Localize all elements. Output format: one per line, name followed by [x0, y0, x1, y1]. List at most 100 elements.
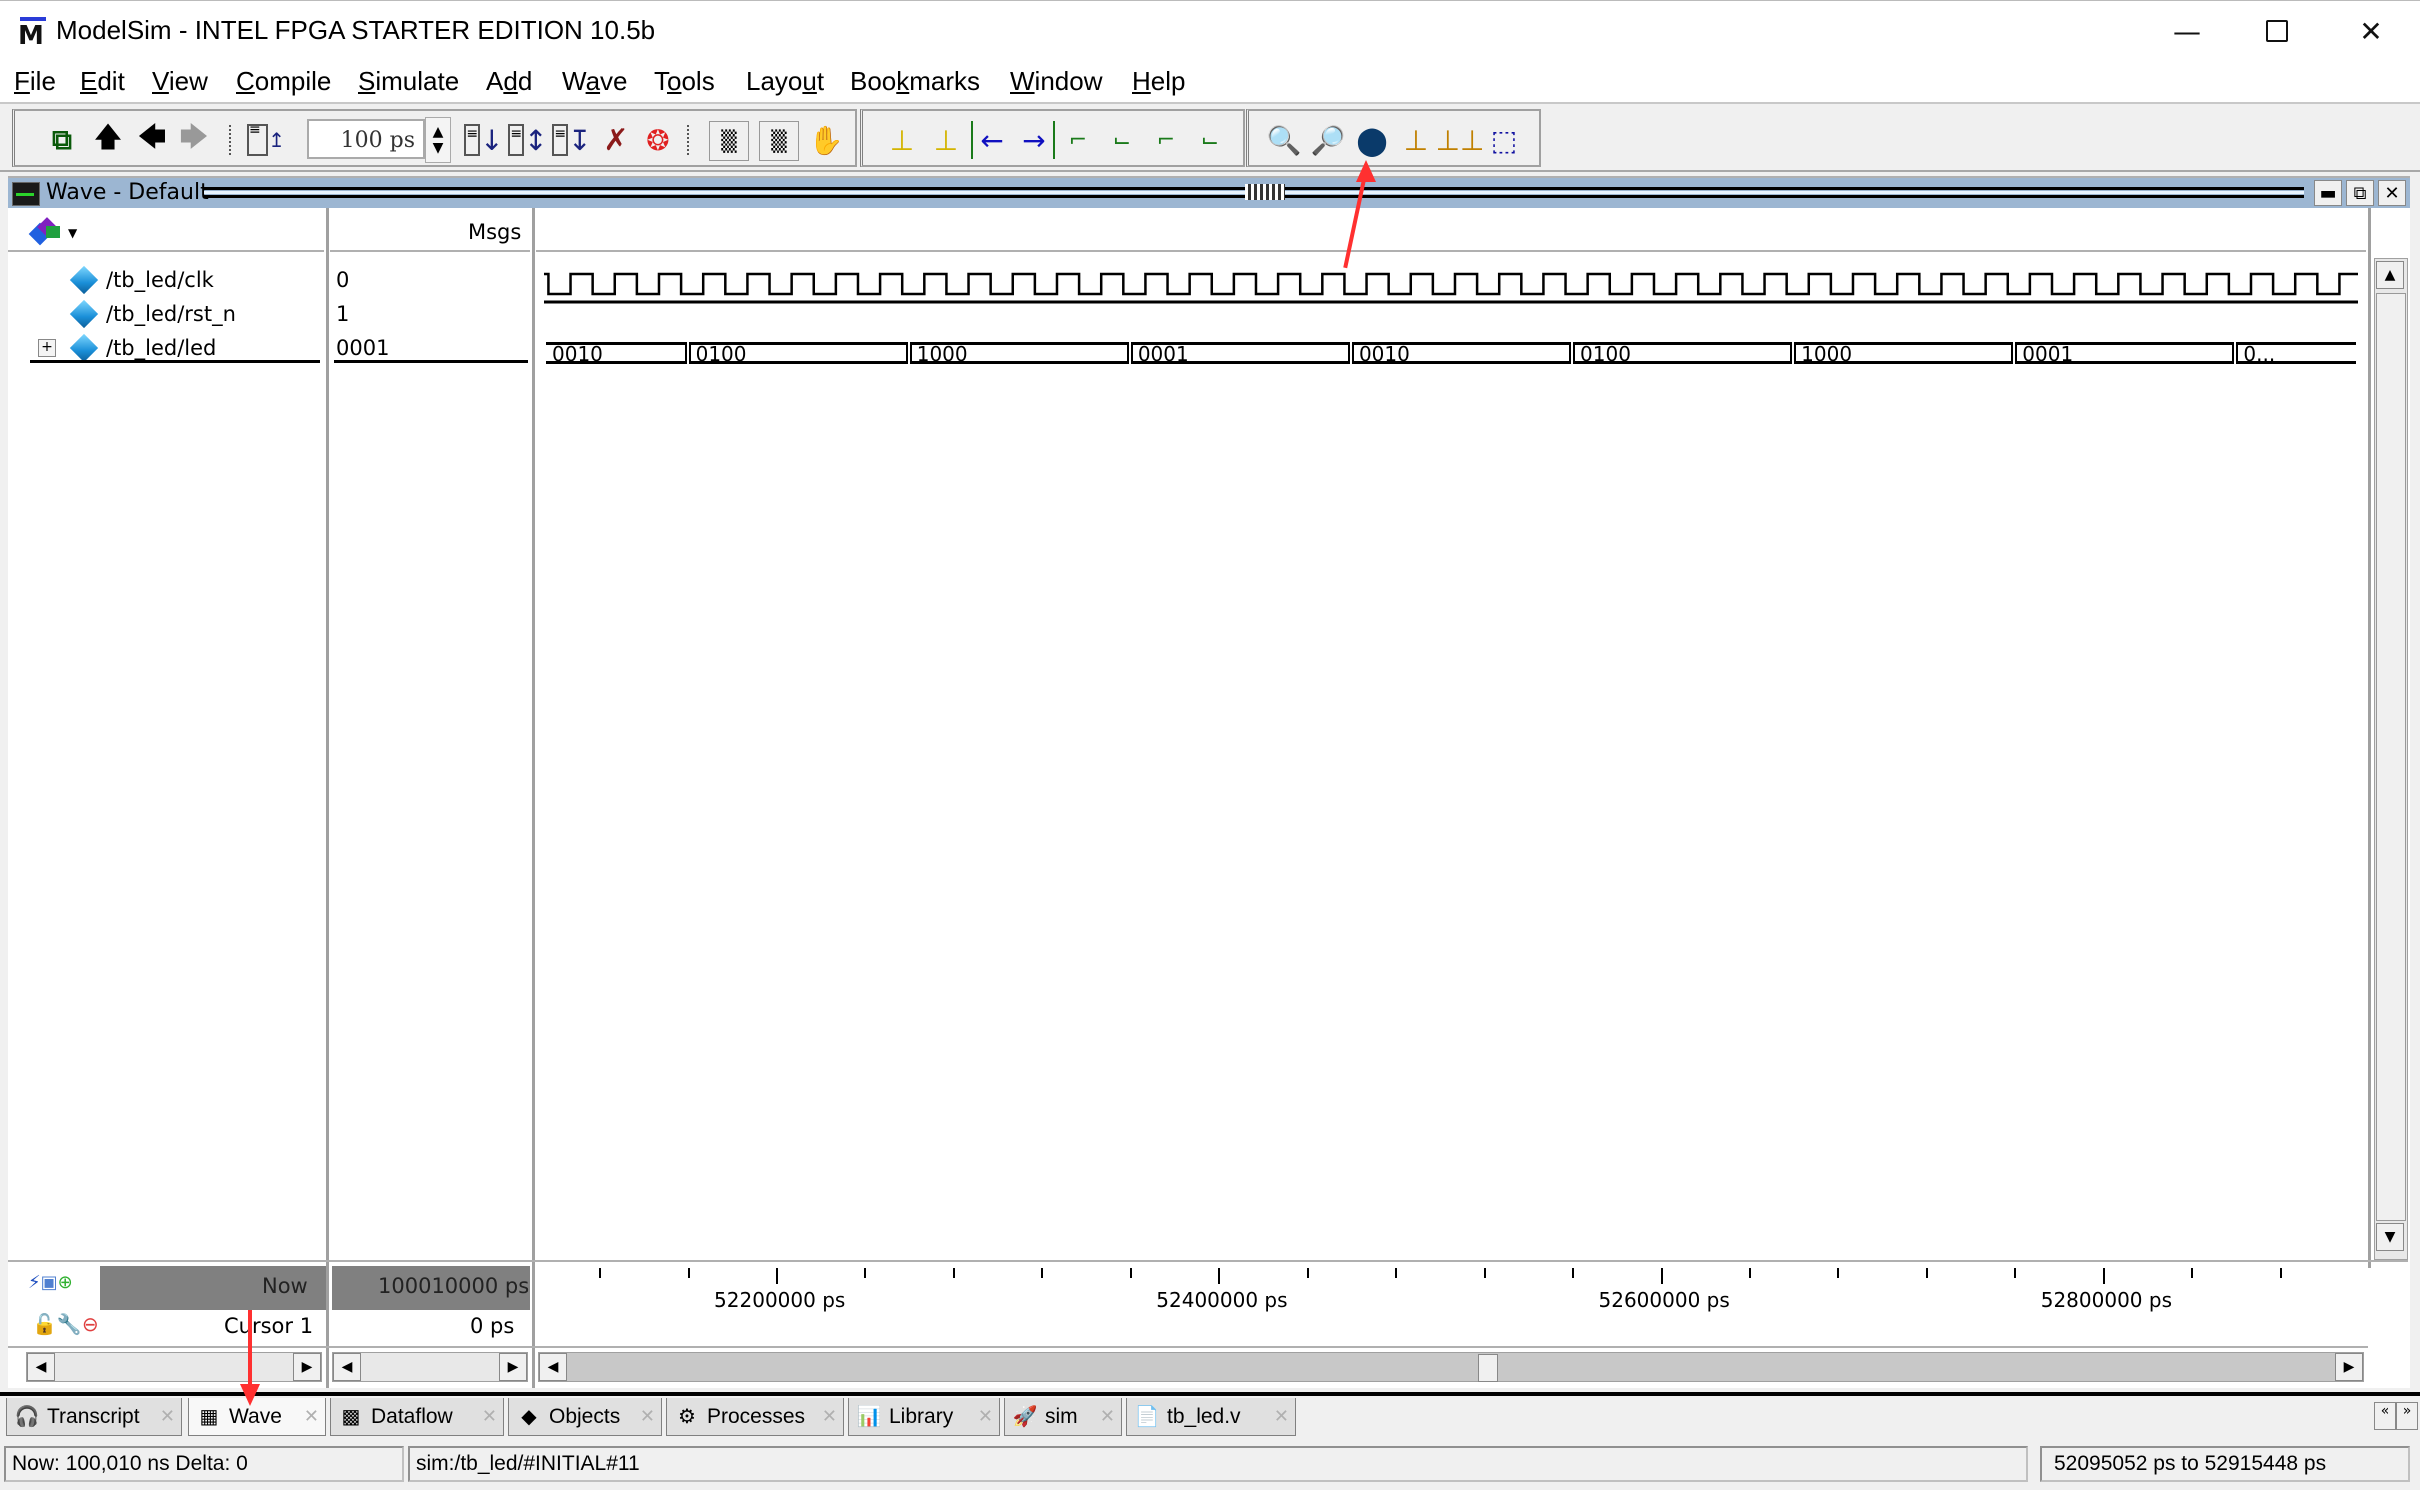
wave-hscroll-thumb[interactable]: [1477, 1354, 1498, 1382]
window-icon[interactable]: ▣: [41, 1272, 58, 1293]
menu-wave[interactable]: Wave: [562, 66, 628, 97]
next-edge-icon[interactable]: →: [1015, 121, 1055, 159]
pane-close-button[interactable]: ✕: [2378, 180, 2406, 206]
column-divider[interactable]: [326, 208, 329, 1388]
tab-scroll-left[interactable]: «: [2374, 1402, 2396, 1430]
zoom-in-icon[interactable]: 🔍: [1265, 121, 1303, 159]
menu-bookmarks[interactable]: Bookmarks: [850, 66, 980, 97]
values-hscrollbar[interactable]: ◀ ▶: [332, 1352, 528, 1382]
menu-layout[interactable]: Layout: [746, 66, 824, 97]
close-icon[interactable]: ✕: [304, 1406, 319, 1427]
wave-icon[interactable]: ⚡: [28, 1272, 41, 1293]
forward-arrow-icon[interactable]: 🡆: [175, 120, 213, 159]
insert-cursor-icon[interactable]: ⊥: [883, 121, 921, 159]
delete-cursor-icon[interactable]: ⊥: [927, 121, 965, 159]
scroll-down-button[interactable]: ▼: [2376, 1223, 2404, 1251]
menu-help[interactable]: Help: [1132, 66, 1185, 97]
break-icon[interactable]: ✗: [597, 121, 635, 159]
stop-icon[interactable]: ❂: [639, 121, 677, 159]
close-icon[interactable]: ✕: [1274, 1406, 1289, 1427]
close-icon[interactable]: ✕: [640, 1406, 655, 1427]
lock-icon[interactable]: 🔓: [32, 1312, 57, 1336]
find-rising-icon[interactable]: ⌙: [1191, 121, 1229, 159]
menu-view[interactable]: View: [152, 66, 208, 97]
close-icon[interactable]: ✕: [822, 1406, 837, 1427]
tab-library[interactable]: 📊 Library ✕: [848, 1398, 1000, 1436]
hand-icon[interactable]: ✋: [807, 121, 845, 159]
scroll-right-button[interactable]: ▶: [499, 1353, 527, 1381]
tab-sim[interactable]: 🚀 sim ✕: [1004, 1398, 1122, 1436]
wave-window-titlebar[interactable]: Wave - Default ▬ ⧉ ✕: [8, 176, 2410, 208]
pane-undock-button[interactable]: ⧉: [2346, 180, 2374, 206]
close-button[interactable]: ✕: [2336, 9, 2406, 53]
menu-add[interactable]: Add: [486, 66, 532, 97]
close-icon[interactable]: ✕: [160, 1406, 175, 1427]
menu-simulate[interactable]: Simulate: [358, 66, 459, 97]
menu-file[interactable]: File: [14, 66, 56, 97]
add-cursor-icon[interactable]: ⊕: [58, 1272, 73, 1293]
wave-hscrollbar[interactable]: ◀ ▶: [538, 1352, 2364, 1382]
run-length-input[interactable]: 100 ps: [307, 119, 425, 159]
tab-dataflow[interactable]: ▩ Dataflow ✕: [330, 1398, 504, 1436]
tab-label: Dataflow: [371, 1404, 453, 1428]
previous-edge-icon[interactable]: ←: [971, 121, 1011, 159]
find-next-icon[interactable]: ⌙: [1103, 121, 1141, 159]
menu-compile[interactable]: Compile: [236, 66, 331, 97]
menu-window[interactable]: Window: [1010, 66, 1102, 97]
scroll-left-button[interactable]: ◀: [27, 1353, 55, 1381]
step-icon[interactable]: ▒: [709, 121, 749, 161]
zoom-full-icon[interactable]: ⬤: [1353, 121, 1391, 159]
drag-handle[interactable]: [1245, 184, 1285, 200]
run-length-spinner[interactable]: ▲ ▼: [425, 117, 451, 163]
up-arrow-icon[interactable]: 🡅: [89, 120, 127, 159]
tab-processes[interactable]: ⚙ Processes ✕: [666, 1398, 844, 1436]
restart-icon[interactable]: ≡ ↥: [247, 121, 285, 159]
names-hscrollbar[interactable]: ◀ ▶: [26, 1352, 322, 1382]
find-falling-icon[interactable]: ⌐: [1147, 121, 1185, 159]
tab-transcript[interactable]: 🎧 Transcript ✕: [6, 1398, 182, 1436]
menu-edit[interactable]: Edit: [80, 66, 125, 97]
signal-name[interactable]: /tb_led/clk: [106, 268, 214, 292]
link-icon[interactable]: ⧉: [43, 121, 81, 159]
continue-icon[interactable]: ≡ ↕: [508, 121, 548, 159]
time-ruler[interactable]: 52200000 ps 52400000 ps 52600000 ps 5280000…: [536, 1264, 2368, 1344]
scroll-up-button[interactable]: ▲: [2376, 261, 2404, 289]
run-icon[interactable]: ≡ ↓: [464, 121, 504, 159]
tab-scroll-right[interactable]: »: [2396, 1402, 2418, 1430]
zoom-area-icon[interactable]: ⬚: [1485, 121, 1523, 159]
run-all-icon[interactable]: ≡ ↧: [552, 121, 592, 159]
vertical-scrollbar[interactable]: ▲ ▼: [2374, 258, 2408, 1260]
scroll-left-button[interactable]: ◀: [539, 1353, 567, 1381]
vertical-scroll-thumb[interactable]: [2376, 293, 2406, 1221]
close-icon[interactable]: ✕: [482, 1406, 497, 1427]
wrench-icon[interactable]: 🔧: [57, 1312, 82, 1336]
column-divider[interactable]: [532, 208, 535, 1388]
remove-cursor-icon[interactable]: ⊖: [82, 1312, 99, 1336]
scroll-right-button[interactable]: ▶: [2335, 1353, 2363, 1381]
pane-minimize-button[interactable]: ▬: [2314, 180, 2342, 206]
annotation-arrowhead: [240, 1384, 260, 1406]
tab-tb-led-v[interactable]: 📄 tb_led.v ✕: [1126, 1398, 1296, 1436]
back-arrow-icon[interactable]: 🡄: [133, 120, 171, 159]
minor-tick: [2279, 1268, 2282, 1278]
signal-name[interactable]: /tb_led/rst_n: [106, 302, 236, 326]
menu-tools[interactable]: Tools: [654, 66, 715, 97]
find-previous-icon[interactable]: ⌐: [1059, 121, 1097, 159]
scroll-left-button[interactable]: ◀: [333, 1353, 361, 1381]
close-icon[interactable]: ✕: [1100, 1406, 1115, 1427]
zoom-cursor-icon[interactable]: ⊥: [1397, 121, 1435, 159]
step-over-icon[interactable]: ▒: [759, 121, 799, 161]
bus-transition: [1126, 342, 1133, 364]
expand-icon[interactable]: +: [38, 339, 56, 357]
minimize-button[interactable]: —: [2152, 9, 2222, 53]
zoom-out-icon[interactable]: 🔎: [1309, 121, 1347, 159]
tab-objects[interactable]: ◆ Objects ✕: [508, 1398, 662, 1436]
maximize-button[interactable]: [2242, 9, 2312, 53]
undock-icon: ⧉: [2353, 182, 2367, 204]
close-icon[interactable]: ✕: [978, 1406, 993, 1427]
zoom-between-cursors-icon[interactable]: ⊥⊥: [1436, 121, 1485, 159]
signal-type-filter[interactable]: ▼: [28, 217, 88, 248]
signal-name[interactable]: /tb_led/led: [106, 336, 216, 360]
cursor-label[interactable]: Cursor 1: [224, 1314, 313, 1338]
scroll-right-button[interactable]: ▶: [293, 1353, 321, 1381]
